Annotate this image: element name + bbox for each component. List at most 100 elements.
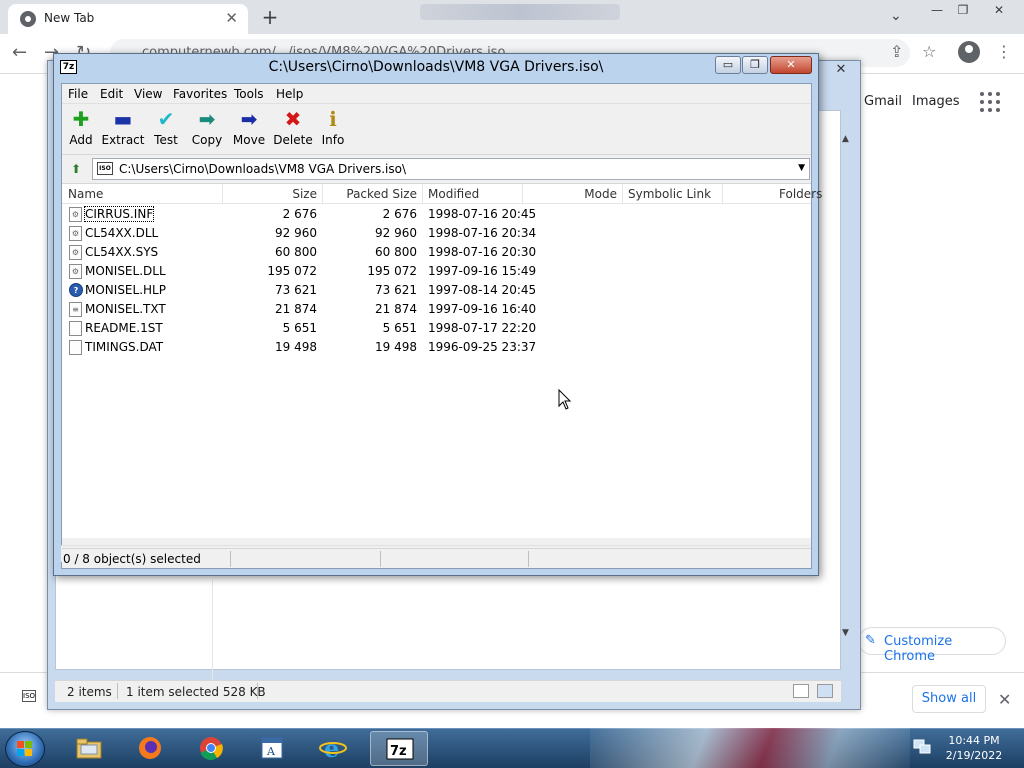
column-header-name[interactable]: Name — [68, 187, 103, 201]
download-shelf-close-icon[interactable]: ✕ — [998, 690, 1011, 709]
chrome-tab-new-tab[interactable]: New Tab ✕ — [8, 4, 248, 34]
gmail-link[interactable]: Gmail — [864, 94, 902, 109]
customize-chrome-button[interactable]: ✎ Customize Chrome — [858, 627, 1006, 664]
internet-explorer-icon: e — [319, 735, 347, 761]
blurred-window-title — [420, 4, 620, 20]
file-row[interactable]: ? MONISEL.HLP 73 621 73 621 1997-08-14 2… — [62, 281, 811, 300]
file-row[interactable]: ⚙ MONISEL.DLL 195 072 195 072 1997-09-16… — [62, 262, 811, 281]
column-header-size[interactable]: Size — [222, 187, 317, 201]
taskbar-chrome[interactable] — [182, 731, 240, 766]
chrome-maximize-button[interactable]: ❐ — [950, 2, 976, 18]
tab-close-icon[interactable]: ✕ — [225, 9, 238, 27]
status-separator — [230, 551, 231, 567]
taskbar-internet-explorer[interactable]: e — [304, 731, 362, 766]
file-name: README.1ST — [85, 321, 163, 335]
test-button[interactable]: ✔ Test — [148, 107, 184, 153]
info-icon: ℹ — [329, 107, 337, 131]
column-header-packed-size[interactable]: Packed Size — [322, 187, 417, 201]
back-arrow-icon[interactable]: ← — [12, 42, 27, 63]
taskbar-file-explorer[interactable] — [60, 731, 118, 766]
extract-button[interactable]: ▬ Extract — [100, 107, 146, 153]
chrome-icon — [200, 737, 223, 760]
menu-favorites[interactable]: Favorites — [173, 87, 227, 101]
add-button[interactable]: ✚ Add — [66, 107, 96, 153]
clock-date: 2/19/2022 — [945, 749, 1003, 762]
file-row[interactable]: ⚙ CL54XX.SYS 60 800 60 800 1998-07-16 20… — [62, 243, 811, 262]
file-name: TIMINGS.DAT — [85, 340, 164, 354]
menu-edit[interactable]: Edit — [100, 87, 123, 101]
large-icons-view-icon[interactable] — [817, 684, 833, 698]
column-header-modified[interactable]: Modified — [428, 187, 479, 201]
dll-file-icon: ⚙ — [69, 264, 82, 279]
copy-button[interactable]: ➡ Copy — [187, 107, 227, 153]
file-row[interactable]: ⚙ CIRRUS.INF 2 676 2 676 1998-07-16 20:4… — [62, 205, 811, 224]
up-folder-icon[interactable]: ⬆ — [67, 160, 85, 178]
iso-archive-icon: ISO — [97, 162, 113, 175]
file-size: 73 621 — [275, 283, 317, 297]
address-path: C:\Users\Cirno\Downloads\VM8 VGA Drivers… — [119, 162, 406, 176]
7zip-minimize-button[interactable]: ▭ — [715, 56, 741, 74]
column-header-mode[interactable]: Mode — [522, 187, 617, 201]
background-item-count: 2 items — [67, 685, 112, 699]
minus-icon: ▬ — [113, 107, 133, 131]
info-button[interactable]: ℹ Info — [318, 107, 348, 153]
7zip-file-list[interactable]: Name Size Packed Size Modified Mode Symb… — [62, 183, 822, 538]
delete-x-icon: ✖ — [284, 107, 302, 131]
file-packed-size: 21 874 — [375, 302, 417, 316]
help-file-icon: ? — [69, 283, 83, 297]
chevron-down-icon[interactable]: ▼ — [798, 163, 805, 173]
system-clock[interactable]: 10:44 PM 2/19/2022 — [932, 733, 1016, 763]
settings-file-icon: ⚙ — [69, 207, 82, 222]
chrome-menu-icon[interactable]: ⋮ — [996, 42, 1012, 61]
menu-help[interactable]: Help — [276, 87, 303, 101]
column-header-folders[interactable]: Folders — [779, 187, 822, 201]
column-separator[interactable] — [622, 184, 623, 204]
delete-button[interactable]: ✖ Delete — [270, 107, 316, 153]
plus-icon: ✚ — [72, 107, 90, 131]
details-view-icon[interactable] — [793, 684, 809, 698]
menu-view[interactable]: View — [134, 87, 162, 101]
wallpaper-peek — [590, 728, 910, 768]
column-separator[interactable] — [722, 184, 723, 204]
taskbar-firefox[interactable] — [121, 731, 179, 766]
taskbar-7zip[interactable]: 7z — [370, 731, 428, 766]
copy-label: Copy — [191, 133, 223, 147]
7zip-close-button[interactable]: ✕ — [770, 56, 812, 74]
chrome-close-button[interactable]: ✕ — [986, 2, 1012, 18]
menu-file[interactable]: File — [68, 87, 88, 101]
column-header-symbolic-link[interactable]: Symbolic Link — [628, 187, 711, 201]
profile-avatar[interactable] — [958, 41, 980, 63]
7zip-maximize-button[interactable]: ❐ — [742, 56, 768, 74]
file-packed-size: 19 498 — [375, 340, 417, 354]
file-row[interactable]: TIMINGS.DAT 19 498 19 498 1996-09-25 23:… — [62, 338, 811, 357]
file-name: CL54XX.DLL — [85, 226, 159, 240]
background-scroll-down-icon[interactable]: ▼ — [842, 628, 849, 638]
tab-search-chevron-icon[interactable]: ⌄ — [890, 8, 902, 24]
file-name: MONISEL.DLL — [85, 264, 166, 278]
network-tray-icon[interactable] — [912, 738, 932, 756]
bookmark-star-icon[interactable]: ☆ — [922, 42, 936, 61]
new-tab-button[interactable]: + — [258, 6, 282, 30]
background-window-pane-divider — [212, 580, 213, 680]
show-all-downloads-button[interactable]: Show all — [912, 685, 986, 713]
wordpad-icon: A — [261, 737, 283, 759]
file-name: MONISEL.TXT — [85, 302, 166, 316]
move-button[interactable]: ➡ Move — [229, 107, 269, 153]
start-button[interactable] — [5, 731, 45, 767]
share-icon[interactable]: ⇪ — [890, 42, 903, 61]
background-window-close-icon[interactable]: ✕ — [824, 62, 858, 82]
menu-tools[interactable]: Tools — [234, 87, 264, 101]
file-name: CL54XX.SYS — [85, 245, 159, 259]
images-link[interactable]: Images — [912, 94, 960, 109]
chrome-minimize-button[interactable]: — — [924, 2, 950, 18]
column-separator[interactable] — [422, 184, 423, 204]
7zip-titlebar[interactable]: 7z C:\Users\Cirno\Downloads\VM8 VGA Driv… — [54, 54, 818, 82]
7zip-address-combo[interactable]: ISO C:\Users\Cirno\Downloads\VM8 VGA Dri… — [92, 158, 810, 180]
file-row[interactable]: ≡ MONISEL.TXT 21 874 21 874 1997-09-16 1… — [62, 300, 811, 319]
background-scroll-up-icon[interactable]: ▲ — [842, 134, 849, 144]
file-row[interactable]: README.1ST 5 651 5 651 1998-07-17 22:20 — [62, 319, 811, 338]
svg-text:7z: 7z — [390, 744, 407, 759]
google-apps-icon[interactable] — [980, 92, 1000, 112]
file-row[interactable]: ⚙ CL54XX.DLL 92 960 92 960 1998-07-16 20… — [62, 224, 811, 243]
taskbar-wordpad[interactable]: A — [243, 731, 301, 766]
